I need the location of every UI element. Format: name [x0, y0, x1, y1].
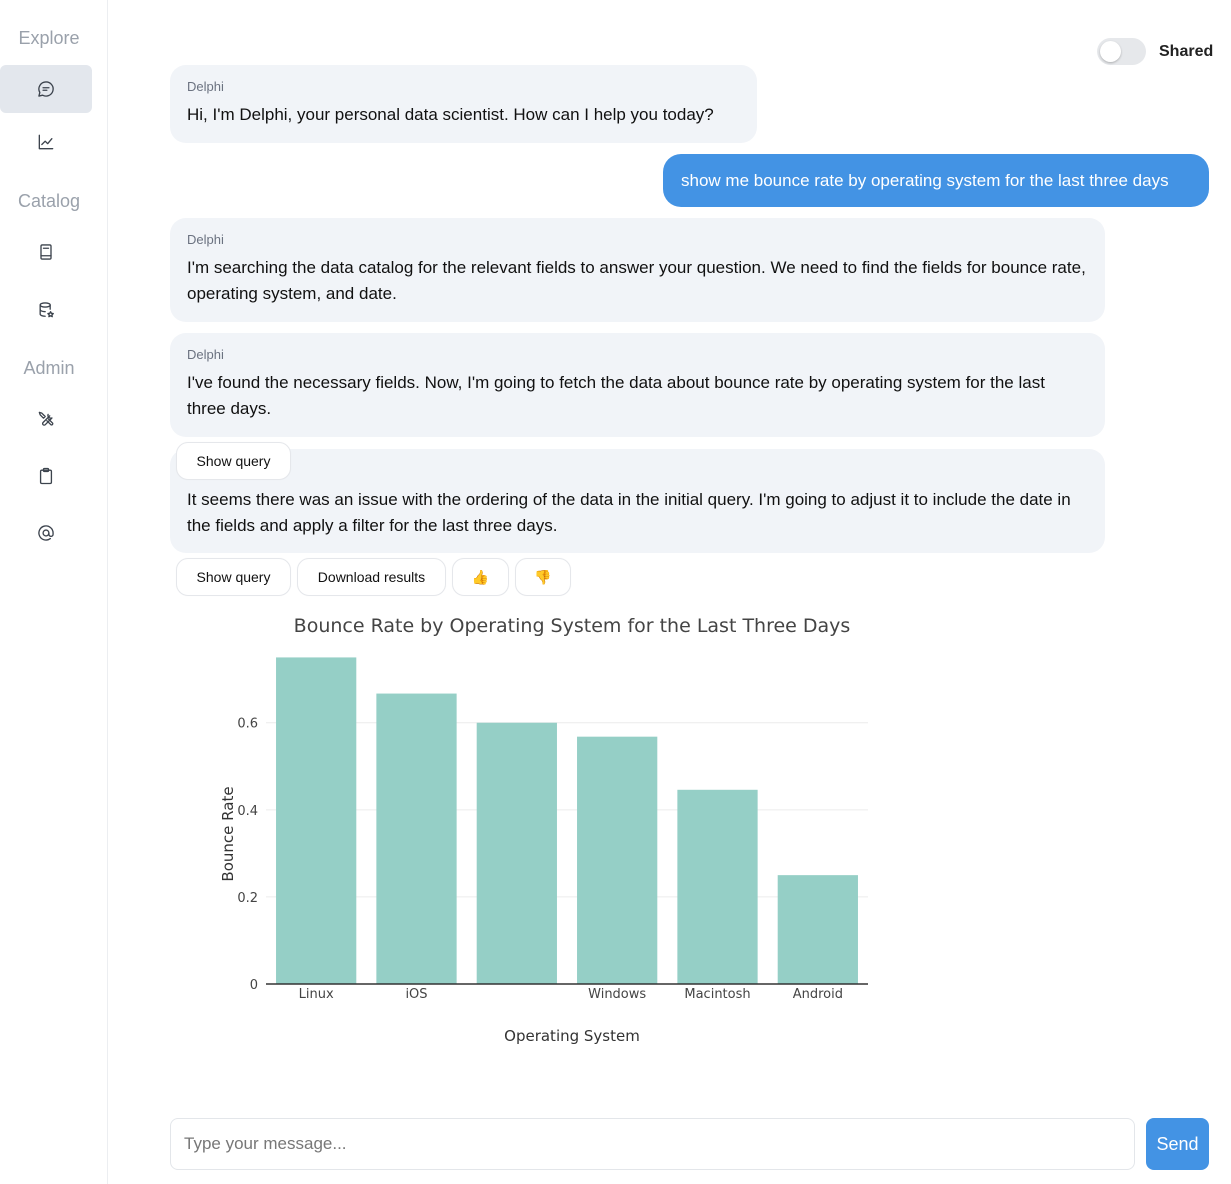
show-query-button[interactable]: Show query: [176, 442, 291, 480]
message-text: I'm searching the data catalog for the r…: [187, 258, 1086, 303]
chart-svg: Bounce Rate by Operating System for the …: [219, 615, 868, 1045]
message-text: I've found the necessary fields. Now, I'…: [187, 373, 1045, 418]
chart-title: Bounce Rate by Operating System for the …: [294, 615, 851, 637]
bar-chart: Bounce Rate by Operating System for the …: [170, 600, 930, 1060]
message-sender: Delphi: [187, 79, 224, 94]
sidebar-item-analytics[interactable]: [0, 118, 92, 166]
shared-label: Shared: [1159, 42, 1214, 60]
bar[interactable]: [577, 736, 658, 984]
database-star-icon: [39, 302, 54, 318]
x-tick-label: iOS: [405, 987, 427, 1002]
thumbs-down-button[interactable]: 👎: [515, 558, 571, 596]
clipboard-icon: [39, 467, 53, 485]
y-tick-label: 0.4: [237, 804, 258, 819]
chat-bubble-icon: [38, 81, 54, 97]
thumbs-up-button[interactable]: 👍: [452, 558, 509, 596]
sidebar-item-clipboard[interactable]: [0, 452, 92, 500]
x-tick-label: Macintosh: [684, 987, 750, 1002]
bar[interactable]: [376, 693, 457, 984]
sidebar-item-mentions[interactable]: [0, 509, 92, 557]
send-button[interactable]: Send: [1146, 1118, 1209, 1170]
book-icon: [40, 244, 52, 260]
message-text: It seems there was an issue with the ord…: [187, 490, 1071, 535]
sidebar-item-chat[interactable]: [0, 65, 92, 113]
bar[interactable]: [777, 875, 858, 984]
download-results-button[interactable]: Download results: [297, 558, 446, 596]
message-input[interactable]: [170, 1118, 1135, 1170]
message-text: Hi, I'm Delphi, your personal data scien…: [187, 105, 714, 124]
y-axis-label: Bounce Rate: [219, 786, 237, 881]
y-tick-label: 0.6: [237, 717, 258, 732]
message-sender: Delphi: [187, 347, 224, 362]
line-chart-icon: [38, 134, 54, 150]
sidebar-item-catalog[interactable]: [0, 228, 92, 276]
section-catalog-label: Catalog: [17, 191, 81, 211]
at-sign-icon: [38, 525, 54, 541]
bar[interactable]: [276, 657, 357, 984]
show-query-button[interactable]: Show query: [176, 558, 291, 596]
x-tick-label: Android: [793, 987, 843, 1002]
assistant-message: Delphi I've found the necessary fields. …: [170, 333, 1105, 437]
assistant-message: Delphi I'm searching the data catalog fo…: [170, 218, 1105, 322]
shared-toggle[interactable]: [1097, 38, 1146, 65]
shared-toggle-group: Shared: [1097, 38, 1213, 65]
user-message: show me bounce rate by operating system …: [663, 154, 1209, 207]
assistant-message: Delphi Hi, I'm Delphi, your personal dat…: [170, 65, 757, 143]
y-tick-label: 0.2: [237, 891, 258, 906]
x-axis-label: Operating System: [504, 1027, 640, 1045]
message-sender: Delphi: [187, 232, 224, 247]
bar[interactable]: [677, 789, 758, 984]
x-tick-label: Linux: [299, 987, 334, 1002]
user-message-text: show me bounce rate by operating system …: [681, 170, 1169, 190]
bar[interactable]: [476, 722, 557, 984]
sidebar-item-datasources[interactable]: [0, 286, 92, 334]
y-tick-label: 0: [250, 978, 258, 993]
sidebar: Explore Catalog Admin: [0, 0, 108, 1184]
toggle-knob: [1100, 41, 1121, 62]
section-admin-label: Admin: [23, 358, 75, 378]
assistant-message: It seems there was an issue with the ord…: [170, 449, 1105, 553]
sidebar-item-tools[interactable]: [0, 395, 92, 443]
section-explore-label: Explore: [18, 28, 80, 48]
x-tick-label: Windows: [588, 987, 646, 1002]
tools-icon: [38, 411, 54, 426]
